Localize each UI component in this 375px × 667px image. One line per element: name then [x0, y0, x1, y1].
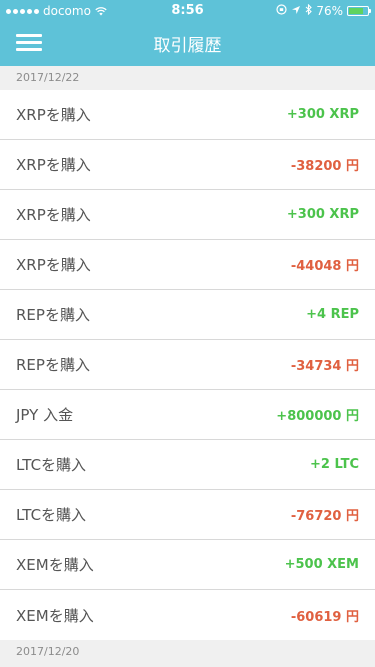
transaction-amount: -34734 円 [290, 359, 359, 374]
transaction-row[interactable]: XRPを購入 +300 XRP [0, 90, 375, 140]
transaction-row[interactable]: XRPを購入 +300 XRP [0, 190, 375, 240]
transaction-label: REPを購入 [16, 306, 90, 324]
transaction-history-list[interactable]: 2017/12/22 XRPを購入 +300 XRP XRPを購入 -38200… [0, 66, 375, 667]
app-header: docomo 8:56 76% 取引履歴 [0, 0, 375, 66]
transaction-row[interactable]: XRPを購入 -38200 円 [0, 140, 375, 190]
transaction-label: XRPを購入 [16, 256, 91, 274]
transaction-amount: +300 XRP [286, 107, 359, 122]
transaction-amount: +500 XEM [284, 557, 359, 572]
status-bar: docomo 8:56 76% [0, 0, 375, 22]
transaction-amount: +800000 円 [276, 409, 359, 424]
status-right: 76% [276, 3, 371, 18]
transaction-label: XRPを購入 [16, 156, 91, 174]
battery-percent: 76% [316, 4, 343, 18]
transaction-row[interactable]: REPを購入 -34734 円 [0, 340, 375, 390]
transaction-row[interactable]: XEMを購入 +500 XEM [0, 540, 375, 590]
section-date-header: 2017/12/22 [0, 66, 375, 90]
transaction-amount: -38200 円 [290, 159, 359, 174]
transaction-row[interactable]: LTCを購入 +2 LTC [0, 440, 375, 490]
transaction-label: REPを購入 [16, 356, 90, 374]
transaction-row[interactable]: XEMを購入 -60619 円 [0, 590, 375, 640]
transaction-list: XRPを購入 +300 XRP XRPを購入 -38200 円 XRPを購入 +… [0, 90, 375, 640]
transaction-label: XRPを購入 [16, 206, 91, 224]
location-icon [291, 4, 301, 18]
transaction-row[interactable]: LTCを購入 -76720 円 [0, 490, 375, 540]
transaction-row[interactable]: JPY 入金 +800000 円 [0, 390, 375, 440]
transaction-label: XEMを購入 [16, 556, 94, 574]
lock-rotation-icon [276, 4, 287, 18]
transaction-label: XRPを購入 [16, 106, 91, 124]
transaction-row[interactable]: XRPを購入 -44048 円 [0, 240, 375, 290]
section-date-header: 2017/12/20 [0, 640, 375, 664]
battery-icon [347, 6, 371, 16]
transaction-amount: +300 XRP [286, 207, 359, 222]
transaction-label: LTCを購入 [16, 506, 87, 524]
transaction-amount: -76720 円 [290, 509, 359, 524]
transaction-amount: +4 REP [306, 307, 359, 322]
transaction-label: LTCを購入 [16, 456, 87, 474]
transaction-label: XEMを購入 [16, 606, 94, 625]
transaction-amount: -60619 円 [290, 609, 359, 625]
bluetooth-icon [305, 3, 313, 18]
transaction-amount: +2 LTC [309, 457, 359, 472]
transaction-amount: -44048 円 [290, 259, 359, 274]
battery-fill [349, 8, 363, 14]
transaction-label: JPY 入金 [16, 406, 74, 424]
page-title: 取引履歴 [153, 36, 222, 56]
transaction-row[interactable]: REPを購入 +4 REP [0, 290, 375, 340]
